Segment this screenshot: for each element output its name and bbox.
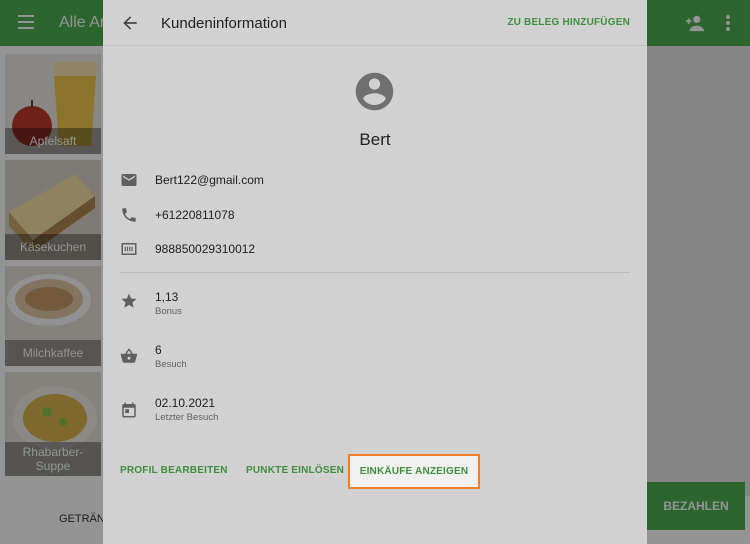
- phone-row: +61220811078: [103, 202, 647, 228]
- visits-row: 6 Besuch: [103, 337, 647, 370]
- last-visit-value: 02.10.2021: [155, 396, 216, 410]
- customer-name: Bert: [359, 130, 391, 149]
- visits-label: Besuch: [155, 359, 187, 370]
- email-icon: [121, 174, 137, 186]
- dialog-header: Kundeninformation ZU BELEG HINZUFÜGEN: [103, 0, 647, 46]
- card-icon: [121, 243, 137, 255]
- phone-value: +61220811078: [155, 208, 235, 222]
- add-to-receipt-button[interactable]: ZU BELEG HINZUFÜGEN: [507, 17, 630, 28]
- redeem-points-button[interactable]: PUNKTE EINLÖSEN: [246, 465, 344, 476]
- bonus-label: Bonus: [155, 306, 182, 317]
- last-visit-label: Letzter Besuch: [155, 412, 219, 423]
- last-visit-row: 02.10.2021 Letzter Besuch: [103, 390, 647, 423]
- divider: [120, 272, 630, 273]
- bonus-row: 1,13 Bonus: [103, 284, 647, 317]
- edit-profile-button[interactable]: PROFIL BEARBEITEN: [120, 465, 228, 476]
- card-row: 988850029310012: [103, 236, 647, 262]
- customer-info-dialog: Kundeninformation ZU BELEG HINZUFÜGEN Be…: [103, 0, 647, 544]
- phone-icon: [122, 208, 136, 222]
- card-number-value: 988850029310012: [155, 242, 256, 256]
- show-purchases-button[interactable]: EINKÄUFE ANZEIGEN: [348, 454, 480, 489]
- star-icon: [121, 293, 137, 308]
- account-circle-icon: [355, 72, 394, 111]
- visits-value: 6: [155, 343, 162, 357]
- dialog-title: Kundeninformation: [161, 15, 287, 32]
- calendar-icon: [122, 402, 136, 418]
- bonus-value: 1,13: [155, 290, 179, 304]
- basket-icon: [120, 348, 138, 363]
- back-arrow-icon[interactable]: [120, 13, 140, 33]
- email-row: Bert122@gmail.com: [103, 167, 647, 193]
- email-value: Bert122@gmail.com: [155, 173, 264, 187]
